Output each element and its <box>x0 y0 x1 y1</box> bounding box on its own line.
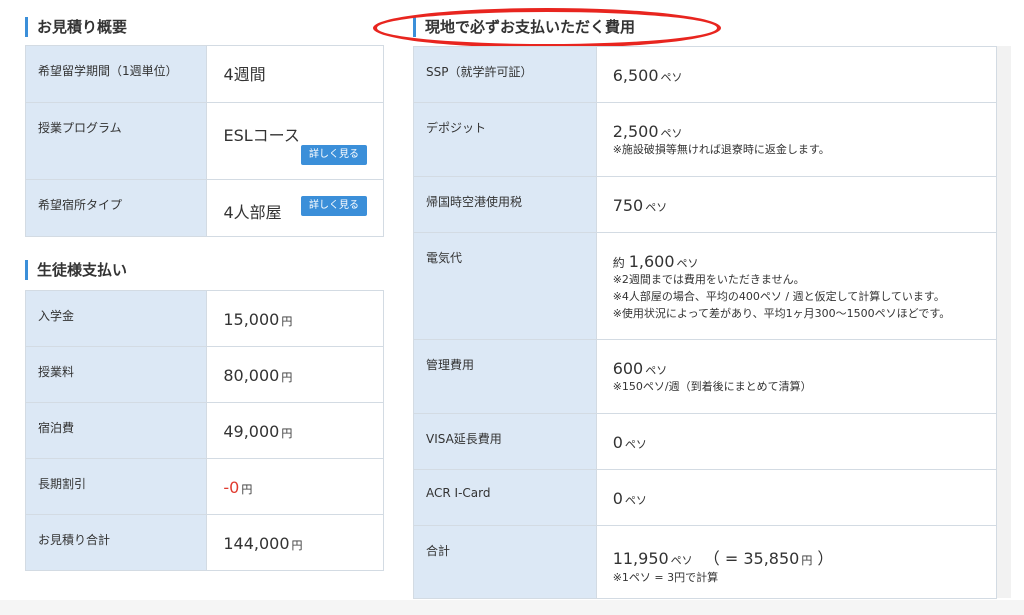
local-total-value: 11,950 <box>612 549 669 568</box>
table-row: 管理費用 600 ペソ ※150ペソ/週（到着後にまとめて清算） <box>413 339 998 414</box>
table-row: 希望留学期間（1週単位） 4週間 <box>24 45 384 103</box>
note-line: ※2週間までは費用をいただきません。 <box>612 273 805 286</box>
row-value-cell: 80,000 円 <box>206 346 384 403</box>
acr-icard-value: 0 <box>612 489 623 508</box>
deposit-note: ※施設破損等無ければ退寮時に返金します。 <box>612 143 830 156</box>
room-type-value: 4人部屋 <box>223 203 282 222</box>
highlight-circle <box>373 8 721 48</box>
tuition-value: 80,000 <box>223 366 280 385</box>
program-detail-button[interactable]: 詳しく見る <box>301 145 367 165</box>
exchange-rate-note: ※1ペソ = 3円で計算 <box>612 571 719 584</box>
table-row: 宿泊費 49,000 円 <box>24 402 384 459</box>
management-fee-note: ※150ペソ/週（到着後にまとめて清算） <box>612 380 812 393</box>
unit-label: 円 <box>291 539 303 552</box>
approx-prefix: 約 <box>612 256 625 270</box>
row-value-cell: 15,000 円 <box>206 290 384 347</box>
estimate-total-value: 144,000 <box>223 534 290 553</box>
table-row: デポジット 2,500 ペソ ※施設破損等無ければ退寮時に返金します。 <box>413 102 998 177</box>
table-row: 帰国時空港使用税 750 ペソ <box>413 176 998 233</box>
airport-tax-value: 750 <box>612 196 644 215</box>
unit-label: ペソ <box>645 364 668 377</box>
row-label: 電気代 <box>413 232 597 340</box>
row-label: 合計 <box>413 525 597 599</box>
table-row: お見積り合計 144,000 円 <box>24 514 384 571</box>
row-value-cell: -0 円 <box>206 458 384 515</box>
unit-label: ペソ <box>645 201 668 214</box>
row-label: 授業プログラム <box>24 102 208 180</box>
yen-unit-label: 円 <box>801 554 813 567</box>
payment-section-title: 生徒様支払い <box>25 260 127 280</box>
table-row: 入学金 15,000 円 <box>24 290 384 347</box>
note-line: ※使用状況によって差があり、平均1ヶ月300〜1500ペソほどです。 <box>612 307 951 320</box>
row-value-cell: 144,000 円 <box>206 514 384 571</box>
unit-label: 円 <box>281 315 293 328</box>
table-row: 合計 11,950 ペソ （ = 35,850 円 ） ※1ペソ = 3円で計算 <box>413 525 998 599</box>
entrance-fee-value: 15,000 <box>223 310 280 329</box>
unit-label: ペソ <box>624 494 647 507</box>
unit-label: ペソ <box>660 127 683 140</box>
payment-table: 入学金 15,000 円 授業料 80,000 円 宿泊費 49,000 円 長期割引… <box>24 290 384 571</box>
row-value-cell: 6,500 ペソ <box>595 46 998 103</box>
table-row: VISA延長費用 0 ペソ <box>413 413 998 470</box>
row-label: デポジット <box>413 102 597 177</box>
row-value-cell: 約 1,600 ペソ ※2週間までは費用をいただきません。 ※4人部屋の場合、平均の… <box>595 232 998 340</box>
room-detail-button[interactable]: 詳しく見る <box>301 196 367 216</box>
table-row: 授業料 80,000 円 <box>24 346 384 403</box>
table-row: ACR I-Card 0 ペソ <box>413 469 998 526</box>
table-row: 長期割引 -0 円 <box>24 458 384 515</box>
row-label: 管理費用 <box>413 339 597 414</box>
row-label: 帰国時空港使用税 <box>413 176 597 233</box>
row-value-cell: 4週間 <box>206 45 384 103</box>
row-label: SSP（就学許可証） <box>413 46 597 103</box>
row-label: 長期割引 <box>24 458 208 515</box>
unit-label: ペソ <box>660 71 683 84</box>
table-row: 電気代 約 1,600 ペソ ※2週間までは費用をいただきません。 ※4人部屋の場合… <box>413 232 998 340</box>
note-line: ※4人部屋の場合、平均の400ペソ / 週と仮定して計算しています。 <box>612 290 945 303</box>
row-value-cell: 4人部屋 詳しく見る <box>206 179 384 237</box>
discount-value: -0 <box>223 478 240 497</box>
estimate-section-title: お見積り概要 <box>25 17 127 37</box>
unit-label: 円 <box>281 427 293 440</box>
row-label: VISA延長費用 <box>413 413 597 470</box>
unit-label: ペソ <box>670 554 693 567</box>
row-value-cell: 600 ペソ ※150ペソ/週（到着後にまとめて清算） <box>595 339 998 414</box>
study-period-value: 4週間 <box>223 65 266 84</box>
row-label: 授業料 <box>24 346 208 403</box>
program-value: ESLコース <box>223 126 300 145</box>
page-footer-strip <box>0 600 1024 615</box>
row-value-cell: 49,000 円 <box>206 402 384 459</box>
electricity-note: ※2週間までは費用をいただきません。 ※4人部屋の場合、平均の400ペソ / 週… <box>613 271 996 322</box>
table-row: 希望宿所タイプ 4人部屋 詳しく見る <box>24 179 384 237</box>
visa-extension-value: 0 <box>612 433 623 452</box>
accommodation-value: 49,000 <box>223 422 280 441</box>
row-label: 入学金 <box>24 290 208 347</box>
unit-label: ペソ <box>676 257 699 270</box>
local-fees-table: SSP（就学許可証） 6,500 ペソ デポジット 2,500 ペソ ※施設破損等無… <box>413 46 998 599</box>
unit-label: 円 <box>281 371 293 384</box>
management-fee-value: 600 <box>612 359 644 378</box>
unit-label: ペソ <box>624 438 647 451</box>
ssp-value: 6,500 <box>612 66 659 85</box>
row-label: ACR I-Card <box>413 469 597 526</box>
estimate-table: 希望留学期間（1週単位） 4週間 授業プログラム ESLコース 詳しく見る 希望… <box>24 45 384 237</box>
unit-label: 円 <box>241 483 253 496</box>
yen-equivalent-open: （ = <box>703 549 744 568</box>
row-label: 希望留学期間（1週単位） <box>24 45 208 103</box>
row-value-cell: 0 ペソ <box>595 413 998 470</box>
row-label: 希望宿所タイプ <box>24 179 208 237</box>
electricity-value: 1,600 <box>628 252 675 271</box>
deposit-value: 2,500 <box>612 122 659 141</box>
yen-equivalent-value: 35,850 <box>743 549 800 568</box>
row-value-cell: 2,500 ペソ ※施設破損等無ければ退寮時に返金します。 <box>595 102 998 177</box>
row-value-cell: 750 ペソ <box>595 176 998 233</box>
row-label: お見積り合計 <box>24 514 208 571</box>
row-label: 宿泊費 <box>24 402 208 459</box>
row-value-cell: 0 ペソ <box>595 469 998 526</box>
table-row: SSP（就学許可証） 6,500 ペソ <box>413 46 998 103</box>
yen-equivalent-close: ） <box>812 549 834 568</box>
table-row: 授業プログラム ESLコース 詳しく見る <box>24 102 384 180</box>
row-value-cell: ESLコース 詳しく見る <box>206 102 384 180</box>
row-value-cell: 11,950 ペソ （ = 35,850 円 ） ※1ペソ = 3円で計算 <box>595 525 998 599</box>
